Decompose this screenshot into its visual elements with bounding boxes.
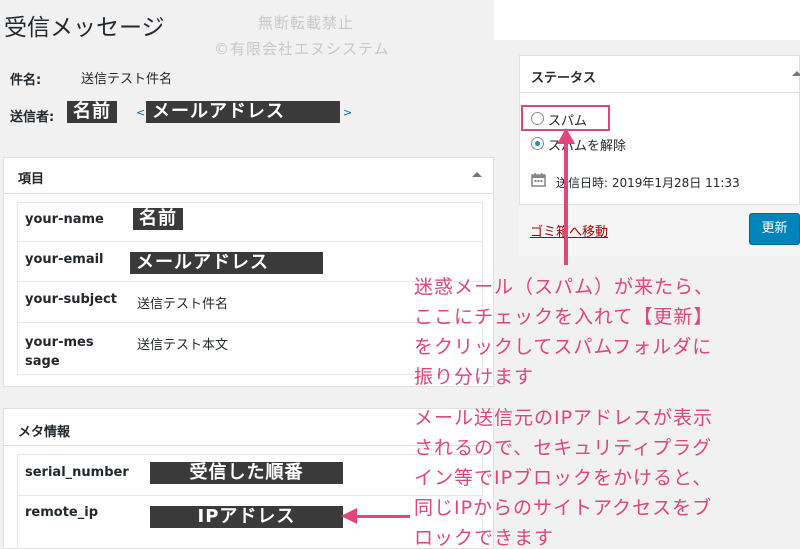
sender-link-close[interactable]: > [343, 106, 352, 119]
subject-label: 件名: [10, 73, 42, 88]
update-button[interactable]: 更新 [749, 213, 800, 245]
trash-link[interactable]: ゴミ箱へ移動 [530, 221, 608, 240]
collapse-arrow-icon[interactable] [472, 172, 482, 177]
sent-date: 送信日時: 2019年1月28日 11:33 [556, 176, 740, 190]
status-divider [519, 92, 800, 93]
sender-name-mask: 名前 [67, 101, 117, 123]
meta-box-title: メタ情報 [18, 425, 71, 440]
row-divider [18, 495, 482, 496]
field-value-your-name-mask: 名前 [133, 208, 183, 230]
field-value-your-subject: 送信テスト件名 [137, 297, 229, 312]
page-title: 受信メッセージ [4, 15, 165, 41]
unspam-radio[interactable] [531, 137, 544, 150]
ip-note-line: 同じIPからのサイトアクセスをブ [414, 497, 713, 519]
row-divider [18, 322, 482, 323]
ip-note-line: されるので、セキュリティプラグ [414, 437, 713, 459]
meta-key-remote-ip: remote_ip [25, 505, 98, 520]
field-key-your-name: your-name [25, 212, 104, 227]
field-value-your-message: 送信テスト本文 [137, 338, 229, 353]
row-divider [18, 241, 482, 242]
status-box-title: ステータス [531, 71, 597, 86]
items-box-title: 項目 [18, 172, 45, 187]
watermark-line2: ©有限会社エヌシステム [214, 40, 390, 58]
calendar-icon [531, 172, 546, 187]
row-divider [18, 281, 482, 282]
spam-note-line: をクリックしてスパムフォルダに [414, 336, 713, 358]
subject-value: 送信テスト件名 [81, 72, 173, 87]
spam-note: 迷惑メール（スパム）が来たら、 ここにチェックを入れて【更新】 をクリックしてス… [414, 272, 714, 392]
field-key-your-message: your-message [25, 335, 94, 369]
spam-note-line: ここにチェックを入れて【更新】 [414, 306, 714, 328]
sender-link-open[interactable]: < [136, 106, 145, 119]
ip-note-line: メール送信元のIPアドレスが表示 [414, 407, 714, 429]
collapse-arrow-icon[interactable] [792, 71, 800, 76]
arrow-up-icon [557, 128, 575, 144]
arrow-shaft [355, 515, 410, 518]
sender-email-mask: メールアドレス [146, 101, 340, 123]
spam-note-line: 迷惑メール（スパム）が来たら、 [414, 276, 715, 298]
items-divider [3, 193, 494, 194]
ip-note-line: ロックできます [414, 527, 555, 549]
spam-note-line: 振り分けます [414, 366, 535, 388]
meta-key-serial-number: serial_number [25, 465, 129, 480]
sender-label: 送信者: [10, 110, 55, 125]
meta-value-remote-ip-mask: IPアドレス [150, 506, 343, 528]
field-key-your-subject: your-subject [25, 292, 117, 307]
field-key-your-email: your-email [25, 252, 104, 267]
arrow-left-icon [341, 508, 357, 524]
meta-value-serial-number-mask: 受信した順番 [150, 462, 343, 484]
ip-note: メール送信元のIPアドレスが表示 されるので、セキュリティプラグ イン等でIPブ… [414, 403, 713, 549]
field-value-your-email-mask: メールアドレス [130, 252, 323, 274]
watermark-line1: 無断転載禁止 [258, 14, 355, 32]
ip-note-line: イン等でIPブロックをかけると、 [414, 467, 713, 489]
top-right-panel [494, 0, 800, 40]
arrow-shaft [564, 140, 568, 265]
